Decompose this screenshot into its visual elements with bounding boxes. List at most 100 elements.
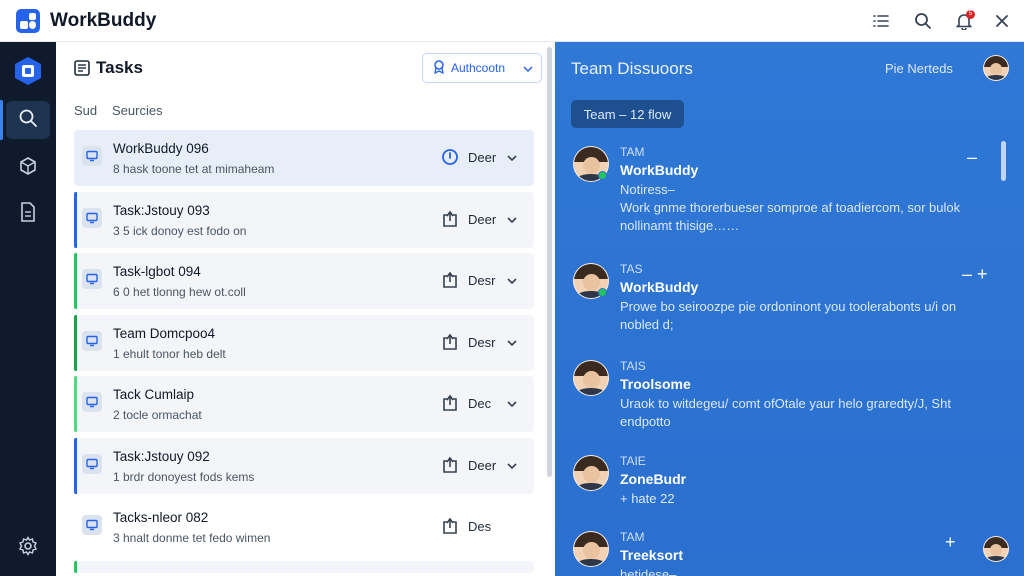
task-monitor-icon bbox=[82, 392, 102, 412]
export-icon[interactable] bbox=[440, 393, 460, 413]
task-row[interactable]: Tack Cumlaip 2 tocle ormachat Dec bbox=[74, 376, 534, 432]
task-subtitle: 1 brdr donoyest fods kems bbox=[113, 469, 255, 484]
reply-avatar[interactable] bbox=[983, 536, 1009, 562]
export-icon[interactable] bbox=[440, 516, 460, 536]
message-avatar[interactable] bbox=[573, 531, 609, 567]
chevron-down-icon[interactable] bbox=[506, 457, 518, 475]
export-icon[interactable] bbox=[440, 209, 460, 229]
message-text: hetidese– bbox=[620, 567, 677, 576]
tasks-scrollbar[interactable] bbox=[547, 47, 552, 477]
user-avatar[interactable] bbox=[983, 55, 1009, 81]
auth-dropdown-button[interactable]: Authcootn bbox=[422, 53, 542, 83]
task-row[interactable]: Task-lgbot 094 6 0 het tlonng hew ot.coll… bbox=[74, 253, 534, 309]
message-avatar[interactable] bbox=[573, 455, 609, 491]
tasks-panel: Tasks Authcootn Sud Seurcies WorkBuddy 0… bbox=[56, 42, 555, 576]
message-author[interactable]: WorkBuddy bbox=[620, 279, 698, 295]
task-monitor-icon bbox=[82, 453, 102, 474]
message-tag: TAIS bbox=[620, 359, 646, 373]
bell-icon[interactable]: 5 bbox=[952, 9, 976, 33]
task-accent-bar bbox=[74, 376, 77, 432]
file-icon bbox=[19, 201, 37, 227]
task-row[interactable] bbox=[74, 560, 534, 573]
task-accent-bar bbox=[74, 191, 77, 248]
clock-icon[interactable] bbox=[440, 147, 460, 167]
chevron-down-icon bbox=[523, 61, 533, 75]
message-author[interactable]: ZoneBudr bbox=[620, 471, 686, 487]
left-rail bbox=[0, 42, 56, 576]
message-tag: TAM bbox=[620, 145, 645, 159]
team-discussions-panel: Team Dissuoors Pie Nerteds Team – 12 flo… bbox=[555, 42, 1024, 576]
export-icon[interactable] bbox=[440, 455, 460, 475]
task-subtitle: 3 hnalt donme tet fedo wimen bbox=[113, 531, 271, 545]
task-title: Tacks-nleor 082 bbox=[113, 510, 209, 525]
task-status-label[interactable]: Des bbox=[468, 519, 491, 534]
chevron-down-icon[interactable] bbox=[506, 272, 518, 290]
message-controls[interactable]: + bbox=[945, 532, 956, 553]
task-status-label[interactable]: Desr bbox=[468, 335, 495, 350]
rail-files-button[interactable] bbox=[6, 195, 50, 233]
tasks-icon bbox=[73, 59, 91, 82]
task-monitor-icon bbox=[82, 207, 102, 228]
app-logo-icon bbox=[16, 9, 40, 33]
search-icon bbox=[18, 108, 38, 133]
message-tag: TAM bbox=[620, 530, 645, 544]
message-controls[interactable]: – + bbox=[962, 264, 988, 285]
task-list: WorkBuddy 096 8 hask toone tet at mimahea… bbox=[74, 130, 534, 576]
message-author[interactable]: Troolsome bbox=[620, 376, 691, 392]
task-status-label[interactable]: Deer bbox=[468, 458, 496, 473]
task-row[interactable]: Team Domcpoo4 1 ehult tonor heb delt Desr bbox=[74, 314, 534, 371]
message-text: Work gnme thorerbueser somproe af toadie… bbox=[620, 200, 961, 215]
export-icon[interactable] bbox=[440, 270, 460, 290]
message-author[interactable]: Treeksort bbox=[620, 547, 683, 563]
app-title: WorkBuddy bbox=[50, 10, 157, 31]
rail-search-button[interactable] bbox=[6, 101, 50, 139]
notification-badge: 5 bbox=[966, 10, 975, 19]
task-row[interactable]: Task:Jstouy 093 3 5 ick donoy est fodo on… bbox=[74, 191, 534, 248]
message-author[interactable]: WorkBuddy bbox=[620, 162, 698, 178]
task-monitor-icon bbox=[82, 269, 102, 289]
list-icon[interactable] bbox=[869, 9, 893, 33]
search-icon[interactable] bbox=[911, 9, 935, 33]
message-avatar[interactable] bbox=[573, 360, 609, 396]
task-title: Task:Jstouy 093 bbox=[113, 202, 210, 218]
chevron-down-icon[interactable] bbox=[506, 334, 518, 352]
tab-sud[interactable]: Sud bbox=[74, 103, 97, 118]
chevron-down-icon[interactable] bbox=[506, 149, 518, 167]
message-text: Notiress– bbox=[620, 182, 675, 197]
team-scrollbar[interactable] bbox=[1001, 141, 1006, 181]
task-accent-bar bbox=[74, 560, 77, 573]
task-subtitle: 2 tocle ormachat bbox=[113, 408, 202, 422]
rail-active-indicator bbox=[0, 100, 3, 140]
chevron-down-icon[interactable] bbox=[506, 395, 518, 413]
task-row[interactable]: Task:Jstouy 092 1 brdr donoyest fods kems… bbox=[74, 437, 534, 494]
task-status-label[interactable]: Desr bbox=[468, 273, 495, 288]
message-controls[interactable]: – bbox=[967, 147, 977, 168]
close-icon[interactable] bbox=[990, 9, 1014, 33]
export-icon[interactable] bbox=[440, 332, 460, 352]
task-status-label[interactable]: Dec bbox=[468, 396, 491, 411]
task-subtitle: 8 hask toone tet at mimaheam bbox=[113, 162, 275, 176]
task-title: Tack Cumlaip bbox=[113, 387, 195, 402]
task-title: Task:Jstouy 092 bbox=[113, 448, 210, 464]
task-monitor-icon bbox=[82, 330, 102, 351]
task-status-label[interactable]: Deer bbox=[468, 150, 496, 165]
tab-seurcies[interactable]: Seurcies bbox=[112, 103, 163, 118]
online-status-dot bbox=[598, 288, 607, 297]
team-title: Team Dissuoors bbox=[571, 59, 693, 78]
task-subtitle: 6 0 het tlonng hew ot.coll bbox=[113, 285, 246, 299]
rail-settings-button[interactable] bbox=[6, 529, 50, 567]
message-text: Prowe bo seiroozpe pie ordoninont you to… bbox=[620, 299, 957, 314]
team-user-label: Pie Nerteds bbox=[885, 61, 953, 76]
task-row[interactable]: Tacks-nleor 082 3 hnalt donme tet fedo wi… bbox=[74, 499, 534, 555]
task-monitor-icon bbox=[82, 515, 102, 535]
workbuddy-logo-icon[interactable] bbox=[14, 56, 42, 86]
task-row[interactable]: WorkBuddy 096 8 hask toone tet at mimahea… bbox=[74, 130, 534, 186]
task-status-label[interactable]: Deer bbox=[468, 212, 496, 227]
chevron-down-icon[interactable] bbox=[506, 211, 518, 229]
message-text: nobled d; bbox=[620, 317, 674, 332]
team-flow-chip[interactable]: Team – 12 flow bbox=[571, 100, 684, 128]
task-accent-bar bbox=[74, 314, 77, 371]
cube-icon bbox=[18, 156, 38, 181]
rail-modules-button[interactable] bbox=[6, 149, 50, 187]
title-bar: WorkBuddy 5 bbox=[0, 0, 1024, 42]
